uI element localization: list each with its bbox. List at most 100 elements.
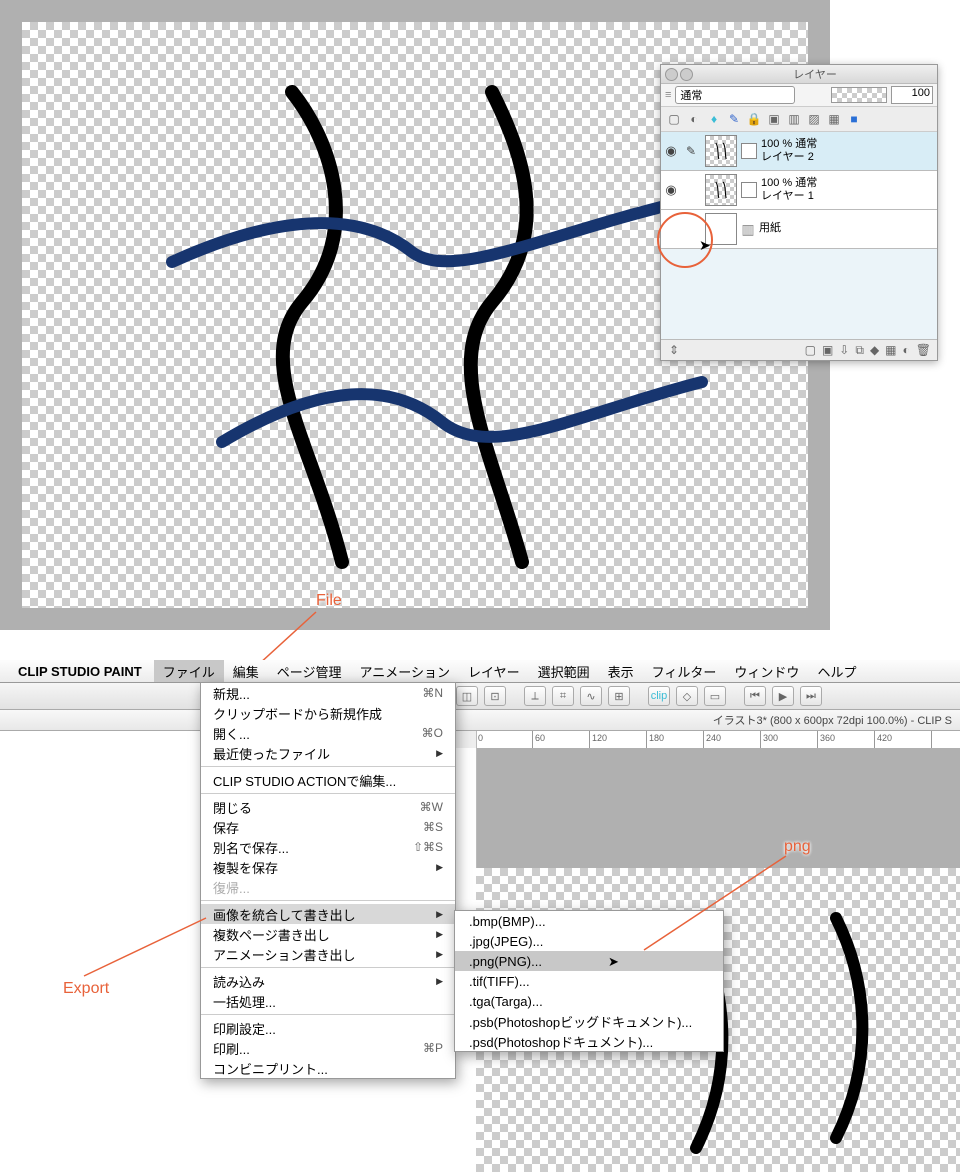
menu-item[interactable]: 閉じる⌘W <box>201 797 455 817</box>
layer-item[interactable]: ◉ ✎ 100 % 通常 レイヤー 2 <box>661 132 937 171</box>
mask-icon[interactable]: ▨ <box>807 112 821 126</box>
layer-label: 100 % 通常 レイヤー 2 <box>761 138 817 164</box>
menu-item[interactable]: 新規...⌘N <box>201 683 455 703</box>
ref-layer-icon[interactable]: ▣ <box>767 112 781 126</box>
layer-empty-area <box>661 249 937 339</box>
delete-layer-icon[interactable]: 🗑 <box>916 343 931 357</box>
tool-first-icon[interactable]: ⏮ <box>744 686 766 706</box>
annotation-line <box>80 914 210 980</box>
visibility-icon[interactable]: ◉ <box>661 143 681 159</box>
menu-file[interactable]: ファイル <box>154 660 224 682</box>
editing-icon[interactable]: ✎ <box>681 144 701 158</box>
color-icon[interactable]: ■ <box>847 112 861 126</box>
menu-item: 復帰... <box>201 877 455 897</box>
menu-help[interactable]: ヘルプ <box>808 660 865 682</box>
cursor-icon: ➤ <box>608 954 619 970</box>
menu-item[interactable]: 読み込み▶ <box>201 971 455 991</box>
menu-item[interactable]: 保存⌘S <box>201 817 455 837</box>
menu-separator <box>201 900 455 901</box>
visibility-icon[interactable]: ◉ <box>661 182 681 198</box>
apply-icon[interactable]: ◐ <box>903 343 910 357</box>
tool-play-icon[interactable]: ▶ <box>772 686 794 706</box>
menu-item[interactable]: 開く...⌘O <box>201 723 455 743</box>
reference-icon[interactable]: ♦ <box>707 112 721 126</box>
tool-smartphone-icon[interactable]: ▭ <box>704 686 726 706</box>
new-layer-icon[interactable]: ▢ <box>805 343 816 357</box>
menu-separator <box>201 766 455 767</box>
menu-item[interactable]: 複製を保存▶ <box>201 857 455 877</box>
menu-filter[interactable]: フィルター <box>643 660 726 682</box>
layer-label: 用紙 <box>759 222 781 235</box>
opacity-input[interactable]: 100 <box>891 86 933 104</box>
layers-panel-titlebar[interactable]: レイヤー <box>661 65 937 84</box>
transfer-icon[interactable]: ⇩ <box>839 343 849 357</box>
combine-icon[interactable]: ◆ <box>870 343 879 357</box>
layer-thumbnail[interactable] <box>705 174 737 206</box>
draft-icon[interactable]: ✎ <box>727 112 741 126</box>
document-title: イラスト3* (800 x 600px 72dpi 100.0%) - CLIP… <box>0 710 960 731</box>
tool-bounds-icon[interactable]: ⊡ <box>484 686 506 706</box>
submenu-item[interactable]: .tif(TIFF)... <box>455 971 723 991</box>
palette-icon[interactable]: ▥ <box>787 112 801 126</box>
menu-item[interactable]: コンビニプリント... <box>201 1058 455 1078</box>
menu-separator <box>201 793 455 794</box>
menu-item[interactable]: 一括処理... <box>201 991 455 1011</box>
menu-item[interactable]: 画像を統合して書き出し▶ <box>201 904 455 924</box>
menu-item[interactable]: クリップボードから新規作成 <box>201 703 455 723</box>
tool-snap2-icon[interactable]: ⌗ <box>552 686 574 706</box>
menu-item[interactable]: アニメーション書き出し▶ <box>201 944 455 964</box>
menu-animation[interactable]: アニメーション <box>351 660 459 682</box>
tool-snap4-icon[interactable]: ⊞ <box>608 686 630 706</box>
tool-snap1-icon[interactable]: ⟂ <box>524 686 546 706</box>
menu-item[interactable]: CLIP STUDIO ACTIONで編集... <box>201 770 455 790</box>
menu-item[interactable]: 印刷設定... <box>201 1018 455 1038</box>
layer-item[interactable]: ◉ 100 % 通常 レイヤー 1 <box>661 171 937 210</box>
menu-page[interactable]: ページ管理 <box>268 660 351 682</box>
bottom-app-section: CLIP STUDIO PAINT ファイル 編集 ページ管理 アニメーション … <box>0 660 960 1172</box>
lock-icon[interactable]: 🔒 <box>747 112 761 126</box>
layer-footer: ⇕ ▢ ▣ ⇩ ⧉ ◆ ▦ ◐ 🗑 <box>661 339 937 360</box>
layers-panel-title: レイヤー <box>693 66 937 82</box>
merge-icon[interactable]: ⧉ <box>855 343 864 358</box>
menu-item[interactable]: 印刷...⌘P <box>201 1038 455 1058</box>
layers-panel[interactable]: レイヤー ≡ 通常 100 ▢ ◐ ♦ ✎ 🔒 ▣ ▥ ▨ ▦ ■ ◉ ✎ <box>660 64 938 361</box>
scroll-icon[interactable]: ⇕ <box>669 343 679 357</box>
menu-window[interactable]: ウィンドウ <box>725 660 808 682</box>
menu-selection[interactable]: 選択範囲 <box>529 660 599 682</box>
traffic-lights[interactable] <box>665 68 693 81</box>
tool-snap3-icon[interactable]: ∿ <box>580 686 602 706</box>
mask-thumbnail[interactable] <box>741 143 757 159</box>
submenu-item[interactable]: .png(PNG)... <box>455 951 723 971</box>
blend-mode-select[interactable]: 通常 <box>675 86 795 104</box>
mask-create-icon[interactable]: ▦ <box>885 343 896 357</box>
ruler-icon[interactable]: ▦ <box>827 112 841 126</box>
app-name[interactable]: CLIP STUDIO PAINT <box>18 664 142 679</box>
menu-edit[interactable]: 編集 <box>224 660 268 682</box>
layer-label: 100 % 通常 レイヤー 1 <box>761 177 817 203</box>
menu-item[interactable]: 別名で保存...⇧⌘S <box>201 837 455 857</box>
new-folder-icon[interactable]: ▣ <box>822 343 833 357</box>
menu-item[interactable]: 複数ページ書き出し▶ <box>201 924 455 944</box>
layer-toolbar: ▢ ◐ ♦ ✎ 🔒 ▣ ▥ ▨ ▦ ■ <box>661 107 937 132</box>
file-menu-dropdown[interactable]: 新規...⌘Nクリップボードから新規作成開く...⌘O最近使ったファイル▶ CLI… <box>200 682 456 1079</box>
submenu-item[interactable]: .tga(Targa)... <box>455 991 723 1011</box>
tool-clip-icon[interactable]: clip <box>648 686 670 706</box>
tool-crop-icon[interactable]: ◫ <box>456 686 478 706</box>
mask-thumbnail[interactable] <box>741 182 757 198</box>
layer-thumbnail[interactable] <box>705 135 737 167</box>
menubar[interactable]: CLIP STUDIO PAINT ファイル 編集 ページ管理 アニメーション … <box>0 660 960 683</box>
annotation-file: File <box>316 592 342 610</box>
lock-transparent-icon[interactable]: ◐ <box>687 112 701 126</box>
annotation-export: Export <box>63 980 109 998</box>
tool-last-icon[interactable]: ⏭ <box>800 686 822 706</box>
menu-view[interactable]: 表示 <box>599 660 643 682</box>
tool-assist-icon[interactable]: ◇ <box>676 686 698 706</box>
menu-separator <box>201 967 455 968</box>
submenu-item[interactable]: .psd(Photoshopドキュメント)... <box>455 1031 723 1051</box>
app-toolbar: ◫ ⊡ ⟂ ⌗ ∿ ⊞ clip ◇ ▭ ⏮ ▶ ⏭ <box>0 683 960 710</box>
menu-layer[interactable]: レイヤー <box>459 660 529 682</box>
menu-item[interactable]: 最近使ったファイル▶ <box>201 743 455 763</box>
submenu-item[interactable]: .psb(Photoshopビッグドキュメント)... <box>455 1011 723 1031</box>
clip-icon[interactable]: ▢ <box>667 112 681 126</box>
opacity-slider[interactable] <box>831 87 887 103</box>
